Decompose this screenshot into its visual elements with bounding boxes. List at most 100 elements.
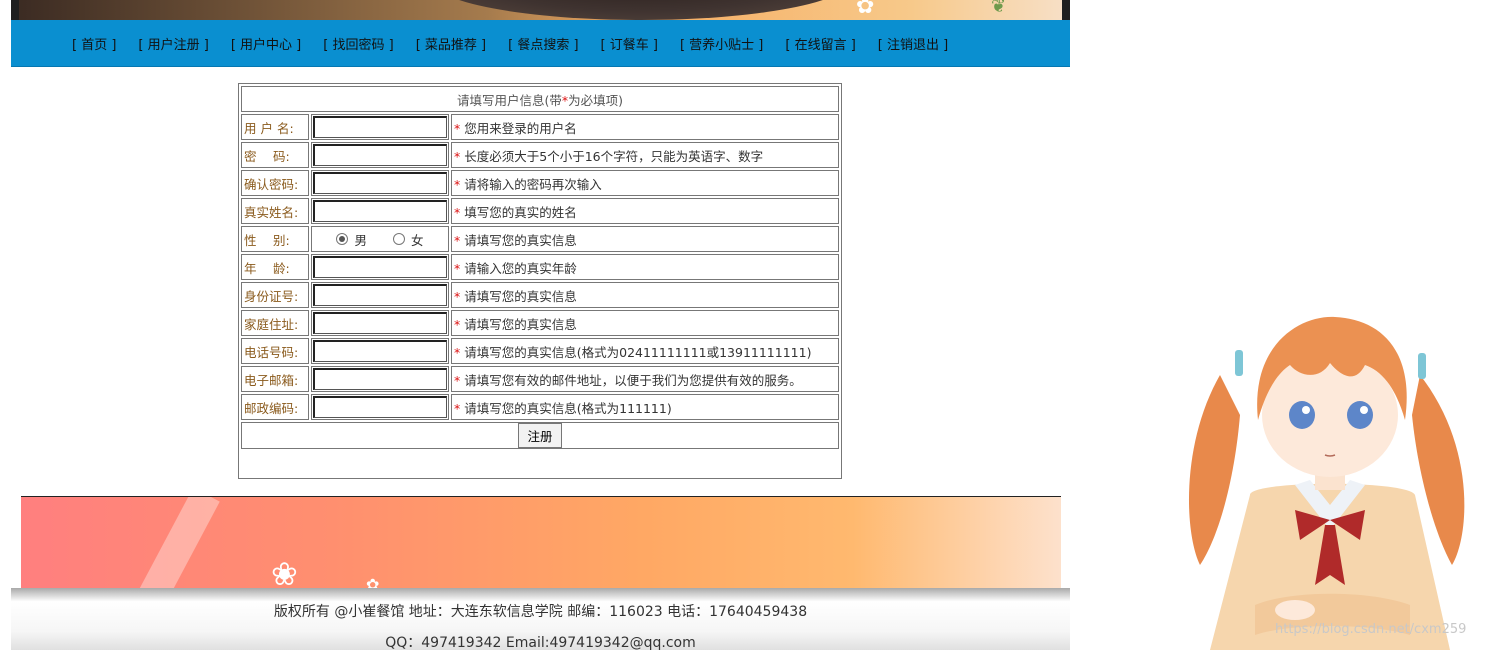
row-email: 电子邮箱: * 请填写您有效的邮件地址，以便于我们为您提供有效的服务。 [241,366,839,392]
postcode-input[interactable] [313,396,447,418]
flower-decoration-icon: ✿ [856,0,875,19]
required-star: * [454,232,461,248]
anime-girl-illustration [1188,316,1465,650]
required-star: * [454,316,461,332]
form-header-pre: 请填写用户信息(带 [456,92,562,108]
required-star: * [454,260,461,276]
right-eye-highlight [1360,406,1368,414]
age-input[interactable] [313,256,447,278]
light-streak [132,497,220,588]
bowl-image [431,0,851,20]
required-star: * [454,372,461,388]
row-confirm-password: 确认密码: * 请将输入的密码再次输入 [241,170,839,196]
postcode-label: 邮政编码: [241,394,309,420]
real-name-label: 真实姓名: [241,198,309,224]
row-username: 用 户 名: * 您用来登录的用户名 [241,114,839,140]
phone-label: 电话号码: [241,338,309,364]
csdn-watermark: https://blog.csdn.net/cxm259 [1275,622,1467,637]
email-label: 电子邮箱: [241,366,309,392]
username-hint: 您用来登录的用户名 [464,120,577,136]
id-number-input[interactable] [313,284,447,306]
right-eye [1347,401,1373,429]
email-input[interactable] [313,368,447,390]
left-hand [1275,600,1315,620]
banner-frame-right [1062,0,1070,20]
submit-row: 注册 [241,422,839,449]
address-input[interactable] [313,312,447,334]
email-hint: 请填写您有效的邮件地址，以便于我们为您提供有效的服务。 [464,372,802,388]
butterfly-decoration-icon: ❀ [271,555,298,588]
left-pigtail [1188,375,1240,565]
main-nav: [ 首页 ] [ 用户注册 ] [ 用户中心 ] [ 找回密码 ] [ 菜品推荐… [11,20,1070,67]
confirm-password-input[interactable] [313,172,447,194]
confirm-password-hint: 请将输入的密码再次输入 [464,176,602,192]
flower-decoration-icon: ✿ [366,575,380,588]
gender-label: 性 别: [241,226,309,252]
footer-contact: QQ：497419342 Email:497419342@qq.com [385,635,696,651]
nav-logout[interactable]: [ 注销退出 ] [878,34,948,53]
registration-table: 请填写用户信息(带*为必填项) 用 户 名: * 您用来登录的用户名 密 码: … [239,84,841,451]
postcode-hint: 请填写您的真实信息(格式为111111) [464,400,672,416]
real-name-input[interactable] [313,200,447,222]
row-postcode: 邮政编码: * 请填写您的真实信息(格式为111111) [241,394,839,420]
confirm-password-label: 确认密码: [241,170,309,196]
row-phone: 电话号码: * 请填写您的真实信息(格式为02411111111或1391111… [241,338,839,364]
nav-register[interactable]: [ 用户注册 ] [138,34,208,53]
nav-online-message[interactable]: [ 在线留言 ] [785,34,855,53]
row-id-number: 身份证号: * 请填写您的真实信息 [241,282,839,308]
row-real-name: 真实姓名: * 填写您的真实的姓名 [241,198,839,224]
required-star: * [454,288,461,304]
nav-order-cart[interactable]: [ 订餐车 ] [601,34,658,53]
gender-female-label: 女 [410,232,424,248]
required-star: * [454,344,461,360]
footer-copyright: 版权所有 @小崔餐馆 地址：大连东软信息学院 邮编：116023 电话：1764… [273,604,808,620]
password-label: 密 码: [241,142,309,168]
username-label: 用 户 名: [241,114,309,140]
register-button[interactable]: 注册 [518,423,562,448]
address-label: 家庭住址: [241,310,309,336]
nav-recommended-dishes[interactable]: [ 菜品推荐 ] [416,34,486,53]
top-banner-image: ✿ ❦ [11,0,1070,20]
gender-female-radio[interactable]: 女 [392,230,424,249]
required-star: * [454,176,461,192]
age-label: 年 龄: [241,254,309,280]
real-name-hint: 填写您的真实的姓名 [464,204,577,220]
required-star: * [454,400,461,416]
required-star: * [454,148,461,164]
footer: 版权所有 @小崔餐馆 地址：大连东软信息学院 邮编：116023 电话：1764… [11,588,1070,651]
id-number-hint: 请填写您的真实信息 [464,288,577,304]
age-hint: 请输入您的真实年龄 [464,260,577,276]
gender-hint: 请填写您的真实信息 [464,232,577,248]
form-header-post: 为必填项) [568,92,624,108]
leaf-decoration-icon: ❦ [991,0,1007,17]
registration-form: 请填写用户信息(带*为必填项) 用 户 名: * 您用来登录的用户名 密 码: … [238,83,842,479]
username-input[interactable] [313,116,447,138]
phone-hint: 请填写您的真实信息(格式为02411111111或13911111111) [464,344,812,360]
hair-tie-left [1235,350,1243,376]
phone-input[interactable] [313,340,447,362]
nav-user-center[interactable]: [ 用户中心 ] [231,34,301,53]
password-input[interactable] [313,144,447,166]
gender-male-label: 男 [354,232,367,248]
gender-male-radio[interactable]: 男 [336,230,367,249]
nav-nutrition-tips[interactable]: [ 营养小贴士 ] [680,34,763,53]
row-password: 密 码: * 长度必须大于5个小于16个字符，只能为英语字、数字 [241,142,839,168]
address-hint: 请填写您的真实信息 [464,316,577,332]
required-star: * [454,204,461,220]
nav-meal-search[interactable]: [ 餐点搜索 ] [508,34,578,53]
password-hint: 长度必须大于5个小于16个字符，只能为英语字、数字 [464,148,764,164]
nav-home[interactable]: [ 首页 ] [72,34,116,53]
radio-unchecked-icon [392,233,405,245]
hair-tie-right [1418,353,1426,379]
form-header: 请填写用户信息(带*为必填项) [241,86,839,112]
radio-checked-icon [336,233,349,245]
nav-recover-password[interactable]: [ 找回密码 ] [323,34,393,53]
banner-frame-left [11,0,19,20]
row-age: 年 龄: * 请输入您的真实年龄 [241,254,839,280]
required-star: * [454,120,461,136]
left-eye [1289,401,1315,429]
row-address: 家庭住址: * 请填写您的真实信息 [241,310,839,336]
left-eye-highlight [1302,406,1310,414]
id-number-label: 身份证号: [241,282,309,308]
row-gender: 性 别: 男 女 * 请填写您的真实信息 [241,226,839,252]
